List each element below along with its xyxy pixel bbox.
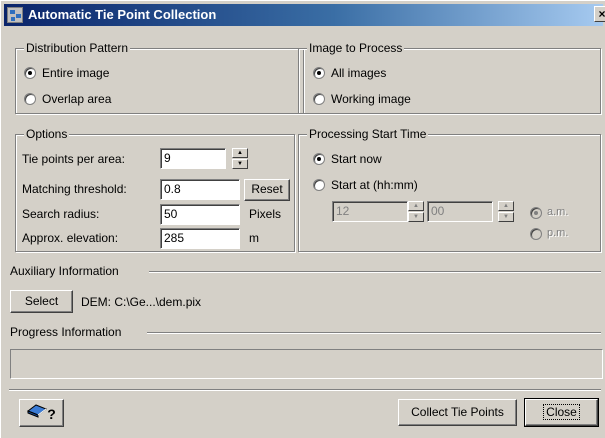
tie-points-spinner[interactable]: ▲ ▼: [232, 148, 248, 169]
auxiliary-separator: [149, 271, 601, 273]
start-at-radio[interactable]: [313, 179, 325, 191]
options-legend: Options: [24, 127, 70, 141]
search-radius-label: Search radius:: [22, 207, 100, 221]
working-image-label: Working image: [331, 92, 411, 106]
start-at-label: Start at (hh:mm): [331, 178, 418, 192]
minute-input[interactable]: 00: [427, 201, 493, 222]
matching-threshold-label: Matching threshold:: [22, 182, 127, 196]
overlap-area-radio[interactable]: [24, 93, 36, 105]
auxiliary-info-label: Auxiliary Information: [10, 264, 119, 278]
start-now-radio[interactable]: [313, 153, 325, 165]
dem-path-text: DEM: C:\Ge...\dem.pix: [81, 295, 202, 309]
entire-image-radio[interactable]: [24, 67, 36, 79]
image-to-process-group: Image to Process All images Working imag…: [298, 41, 601, 114]
am-radio[interactable]: [530, 207, 542, 219]
options-group: Options Tie points per area: 9 ▲ ▼ Match…: [15, 127, 295, 252]
elevation-unit: m: [249, 231, 259, 245]
spin-down-icon[interactable]: ▼: [498, 212, 514, 222]
tie-points-label: Tie points per area:: [22, 152, 125, 166]
working-image-radio[interactable]: [313, 93, 325, 105]
elevation-label: Approx. elevation:: [22, 231, 119, 245]
footer-separator: [9, 389, 601, 391]
spin-up-icon[interactable]: ▲: [498, 201, 514, 211]
app-icon: [7, 7, 23, 23]
pm-label: p.m.: [547, 227, 569, 239]
all-images-radio[interactable]: [313, 67, 325, 79]
processing-start-legend: Processing Start Time: [307, 127, 429, 141]
spin-down-icon[interactable]: ▼: [232, 159, 248, 169]
entire-image-label: Entire image: [42, 66, 110, 80]
help-button[interactable]: ?: [19, 399, 64, 427]
matching-threshold-input[interactable]: 0.8: [160, 179, 240, 200]
help-question-icon: ?: [47, 405, 56, 422]
image-to-process-legend: Image to Process: [307, 41, 405, 55]
minute-spinner[interactable]: ▲ ▼: [498, 201, 514, 222]
processing-start-group: Processing Start Time Start now Start at…: [298, 127, 601, 252]
close-window-button[interactable]: ×: [594, 6, 605, 22]
title-bar[interactable]: Automatic Tie Point Collection ×: [4, 4, 605, 26]
select-dem-button[interactable]: Select: [10, 290, 73, 313]
tie-points-input[interactable]: 9: [160, 148, 226, 169]
reset-button[interactable]: Reset: [244, 179, 290, 201]
spin-up-icon[interactable]: ▲: [408, 201, 424, 211]
window-title: Automatic Tie Point Collection: [28, 7, 217, 22]
search-radius-input[interactable]: 50: [160, 204, 240, 225]
tie-point-dialog: Automatic Tie Point Collection × Distrib…: [0, 0, 605, 438]
am-label: a.m.: [547, 206, 569, 218]
progress-bar: [10, 349, 603, 379]
all-images-label: All images: [331, 66, 387, 80]
hour-input[interactable]: 12: [332, 201, 408, 222]
progress-separator: [147, 332, 601, 334]
distribution-pattern-legend: Distribution Pattern: [24, 41, 131, 55]
search-radius-unit: Pixels: [249, 207, 282, 221]
spin-up-icon[interactable]: ▲: [232, 148, 248, 158]
overlap-area-label: Overlap area: [42, 92, 112, 106]
pm-radio[interactable]: [530, 228, 542, 240]
progress-info-label: Progress Information: [10, 325, 122, 339]
spin-down-icon[interactable]: ▼: [408, 212, 424, 222]
collect-tie-points-button[interactable]: Collect Tie Points: [398, 399, 517, 426]
distribution-pattern-group: Distribution Pattern Entire image Overla…: [15, 41, 304, 114]
help-book-icon: [27, 401, 48, 427]
start-now-label: Start now: [331, 152, 382, 166]
hour-spinner[interactable]: ▲ ▼: [408, 201, 424, 222]
close-button[interactable]: Close: [524, 398, 599, 427]
close-button-label: Close: [543, 404, 580, 420]
elevation-input[interactable]: 285: [160, 228, 240, 249]
